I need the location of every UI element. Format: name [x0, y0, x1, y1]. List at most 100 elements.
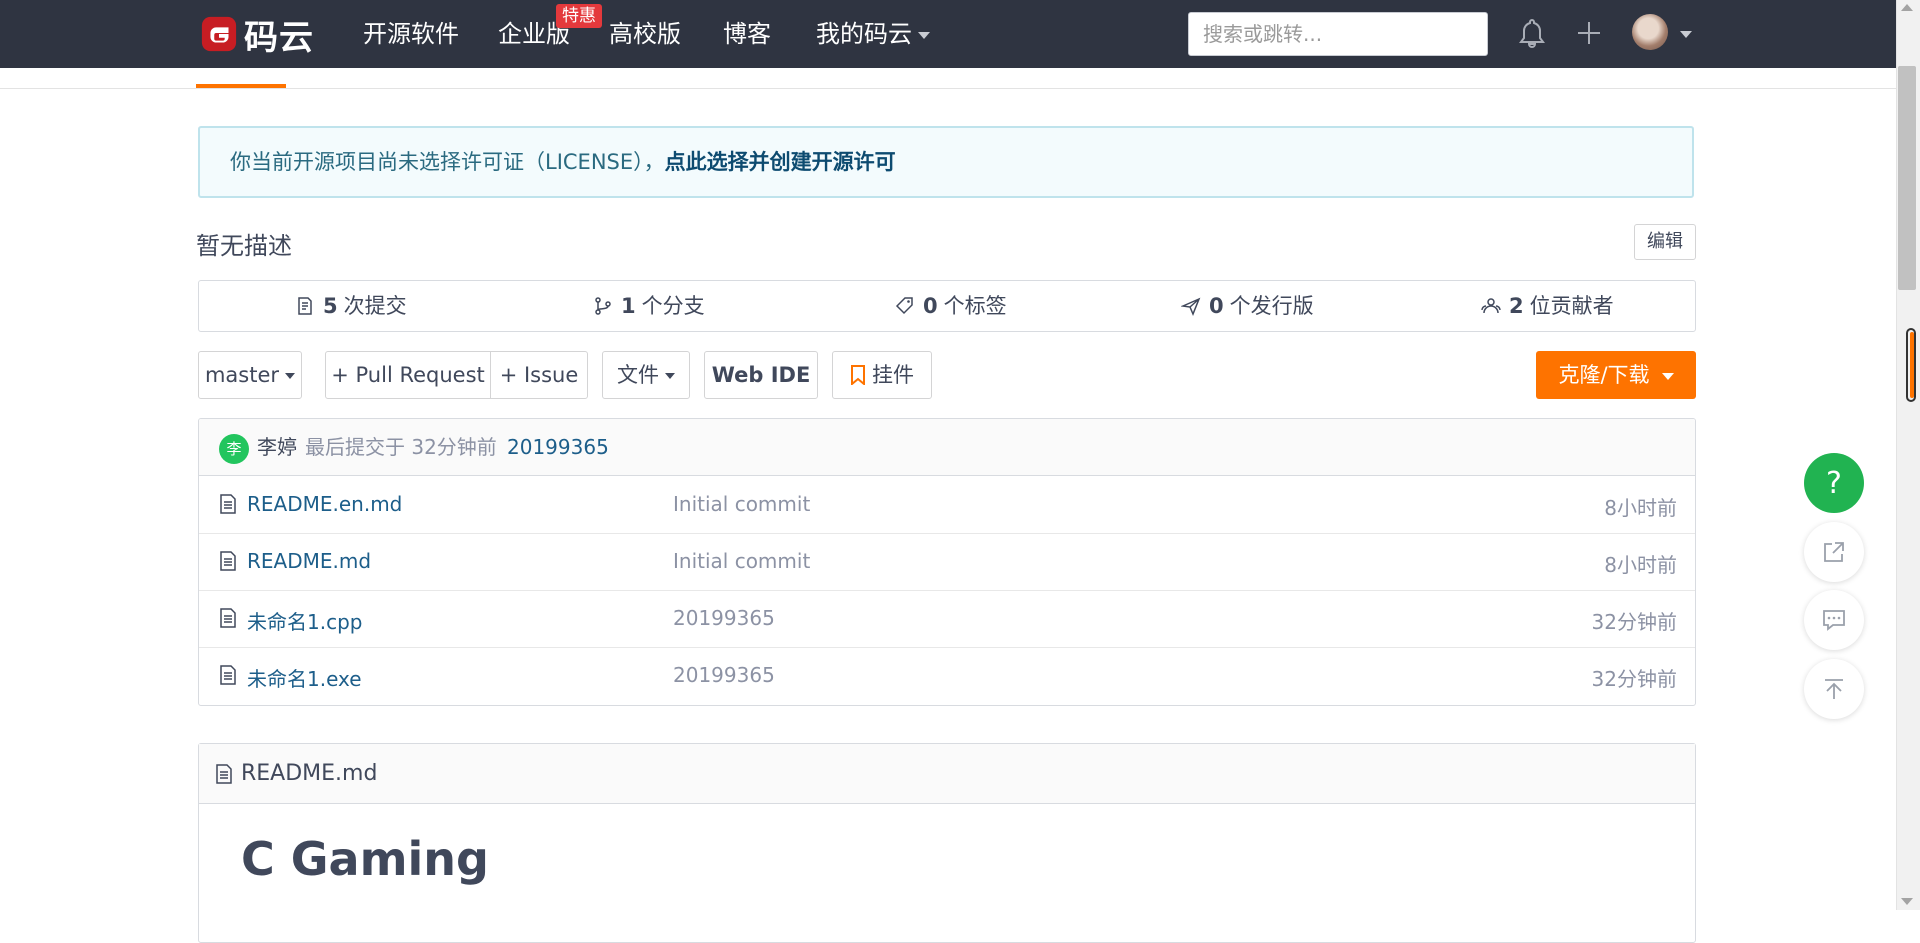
file-row[interactable]: 未命名1.cpp 20199365 32分钟前	[199, 590, 1695, 648]
file-row[interactable]: README.md Initial commit 8小时前	[199, 533, 1695, 591]
back-to-top-button[interactable]	[1804, 659, 1864, 719]
new-pull-request-button[interactable]: + Pull Request	[325, 351, 491, 399]
release-count: 0	[1209, 294, 1224, 318]
file-commit-message[interactable]: Initial commit	[673, 492, 810, 516]
top-navbar: 码云 开源软件 企业版 特惠 高校版 博客 我的码云	[0, 0, 1896, 68]
nav-university[interactable]: 高校版	[609, 18, 681, 50]
new-issue-button[interactable]: + Issue	[490, 351, 588, 399]
file-commit-message[interactable]: 20199365	[673, 663, 775, 687]
bookmark-icon	[851, 365, 865, 387]
clone-download-button[interactable]: 克隆/下载	[1536, 351, 1696, 399]
widget-button[interactable]: 挂件	[832, 351, 932, 399]
stat-commits[interactable]: 5 次提交	[295, 281, 407, 331]
file-name-link[interactable]: 未命名1.exe	[247, 663, 362, 692]
license-notice: 你当前开源项目尚未选择许可证（LICENSE），点此选择并创建开源许可	[198, 126, 1694, 198]
clone-download-label: 克隆/下载	[1558, 363, 1650, 387]
contributors-icon	[1481, 298, 1501, 314]
commit-file-icon	[298, 297, 312, 315]
gitee-logo[interactable]: 码云	[200, 14, 314, 58]
feedback-button[interactable]	[1804, 590, 1864, 650]
chevron-down-icon	[665, 373, 675, 379]
stat-tags[interactable]: 0 个标签	[895, 281, 1007, 331]
file-commit-message[interactable]: Initial commit	[673, 549, 810, 573]
branch-label: 个分支	[641, 294, 705, 318]
last-commit-bar: 李 李婷 最后提交于 32分钟前 20199365	[199, 419, 1695, 476]
nav-my-gitee[interactable]: 我的码云	[816, 18, 930, 50]
gitee-g-icon	[201, 16, 237, 52]
commit-author-avatar[interactable]: 李	[219, 434, 249, 464]
readme-header: README.md	[199, 744, 1695, 804]
tag-icon	[895, 297, 913, 315]
comment-icon	[1823, 610, 1845, 631]
repo-tab-active-indicator	[196, 84, 286, 88]
arrow-up-to-top-icon	[1825, 679, 1843, 699]
release-send-icon	[1181, 297, 1201, 316]
repo-tab-divider	[0, 88, 1896, 89]
file-icon	[220, 608, 236, 628]
nav-blog[interactable]: 博客	[723, 18, 771, 50]
chevron-down-icon	[1661, 372, 1674, 380]
enterprise-promo-badge: 特惠	[556, 4, 602, 28]
file-menu-button[interactable]: 文件	[602, 351, 690, 399]
external-link-icon	[1824, 542, 1844, 562]
scrollbar-thumb[interactable]	[1898, 66, 1916, 290]
readme-file-icon	[216, 764, 232, 784]
readme-title: C Gaming	[241, 832, 489, 886]
scroll-down-arrow-icon[interactable]	[1901, 898, 1913, 905]
nav-my-gitee-label: 我的码云	[816, 20, 912, 48]
scroll-up-arrow-icon[interactable]	[1901, 4, 1913, 11]
file-name-link[interactable]: README.md	[247, 549, 371, 573]
share-button[interactable]	[1804, 522, 1864, 582]
help-button[interactable]: ?	[1804, 453, 1864, 513]
file-row[interactable]: 未命名1.exe 20199365 32分钟前	[199, 647, 1695, 704]
nav-open-source[interactable]: 开源软件	[363, 18, 459, 50]
file-row[interactable]: README.en.md Initial commit 8小时前	[199, 476, 1695, 534]
stat-branches[interactable]: 1 个分支	[593, 281, 705, 331]
contributor-label: 位贡献者	[1529, 294, 1614, 318]
stat-contributors[interactable]: 2 位贡献者	[1481, 281, 1614, 331]
help-question-icon: ?	[1826, 465, 1842, 501]
file-icon	[220, 494, 236, 514]
edit-description-button[interactable]: 编辑	[1634, 224, 1696, 260]
web-ide-button[interactable]: Web IDE	[704, 351, 818, 399]
file-icon	[220, 665, 236, 685]
license-notice-text: 你当前开源项目尚未选择许可证（LICENSE），	[230, 150, 665, 174]
file-updated-time: 8小时前	[1604, 496, 1677, 520]
chevron-down-icon	[285, 373, 296, 379]
file-name-link[interactable]: 未命名1.cpp	[247, 606, 362, 635]
file-commit-message[interactable]: 20199365	[673, 606, 775, 630]
branch-select-label: master	[204, 363, 280, 387]
file-menu-label: 文件	[617, 363, 659, 387]
bell-icon[interactable]	[1516, 16, 1548, 50]
repo-stats-bar: 5 次提交 1 个分支 0 个标签 0 个发行版 2 位贡献者	[198, 280, 1696, 332]
user-avatar[interactable]	[1632, 14, 1668, 50]
tag-label: 个标签	[943, 294, 1007, 318]
chevron-down-icon	[918, 31, 930, 39]
repo-description: 暂无描述	[196, 232, 292, 260]
tag-count: 0	[923, 294, 938, 318]
commit-count: 5	[323, 294, 338, 318]
stat-releases[interactable]: 0 个发行版	[1181, 281, 1314, 331]
file-list: 李 李婷 最后提交于 32分钟前 20199365 README.en.md I…	[198, 418, 1696, 706]
plus-icon[interactable]	[1573, 16, 1605, 50]
branch-count: 1	[621, 294, 636, 318]
logo-text: 码云	[244, 17, 314, 58]
contributor-count: 2	[1509, 294, 1524, 318]
file-updated-time: 32分钟前	[1591, 610, 1677, 634]
file-name-link[interactable]: README.en.md	[247, 492, 402, 516]
readme-filename: README.md	[241, 761, 378, 786]
readme-panel: README.md C Gaming	[198, 743, 1696, 943]
commit-id-link[interactable]: 20199365	[507, 419, 609, 475]
avatar-chevron-down-icon[interactable]	[1680, 31, 1692, 38]
release-label: 个发行版	[1229, 294, 1314, 318]
section-scroll-progress	[1910, 332, 1914, 398]
branch-icon	[595, 297, 611, 315]
branch-select[interactable]: master	[198, 351, 302, 399]
widget-label: 挂件	[872, 363, 914, 387]
create-license-link[interactable]: 点此选择并创建开源许可	[665, 150, 896, 174]
file-updated-time: 8小时前	[1604, 553, 1677, 577]
file-updated-time: 32分钟前	[1591, 667, 1677, 691]
commit-author[interactable]: 李婷	[257, 419, 297, 475]
commit-label: 次提交	[343, 294, 407, 318]
search-input[interactable]	[1188, 12, 1488, 56]
